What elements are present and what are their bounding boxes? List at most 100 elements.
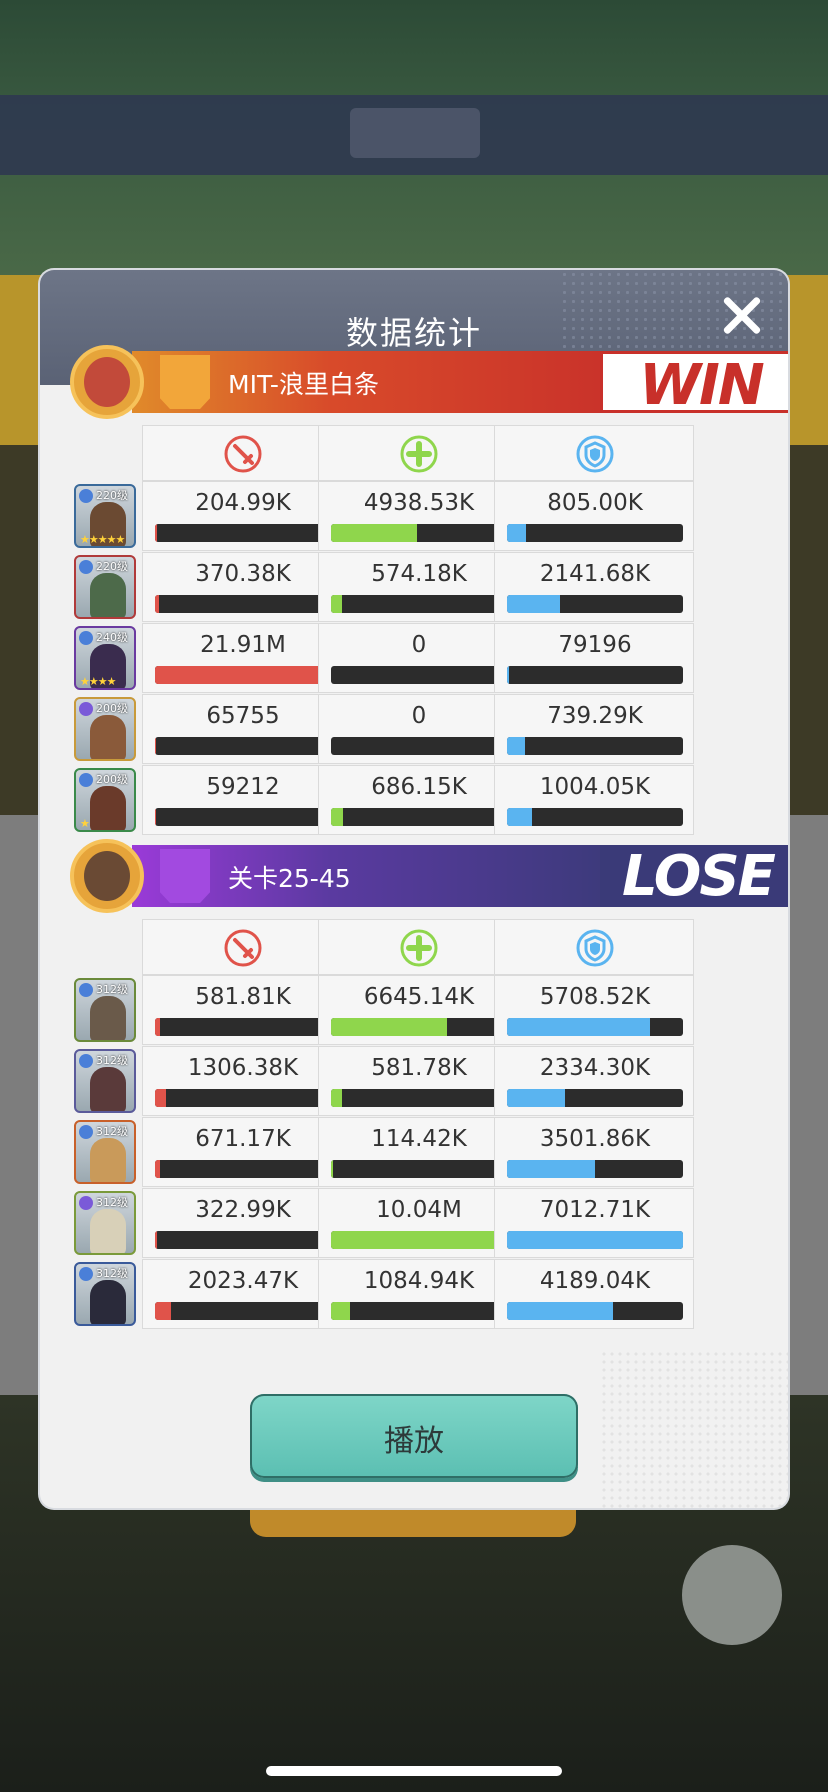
damage-cell: 59212 <box>142 765 342 835</box>
tank-bar <box>507 1089 683 1107</box>
team-emblem-icon <box>160 355 210 409</box>
hero-row: 220级 370.38K 574.18K 2141.68K <box>70 552 770 622</box>
hero-portrait[interactable]: 312级 <box>74 978 136 1042</box>
tank-bar-fill <box>507 595 560 613</box>
hero-level: 312级 <box>96 1267 128 1280</box>
avatar-portrait <box>84 357 130 407</box>
damage-cell: 322.99K <box>142 1188 342 1258</box>
star-rating: ★★★★★ <box>80 533 125 546</box>
hero-portrait[interactable]: 240级 ★★★★ <box>74 626 136 690</box>
damage-sword-icon <box>224 435 262 473</box>
damage-bar-fill <box>155 737 156 755</box>
home-indicator[interactable] <box>266 1766 562 1776</box>
tank-value: 7012.71K <box>539 1197 651 1223</box>
team-banner: 关卡25-45 LOSE <box>70 839 788 915</box>
team-name: MIT-浪里白条 <box>228 370 379 399</box>
hero-figure <box>90 1067 126 1111</box>
heal-value: 10.04M <box>376 1197 462 1223</box>
heal-value: 4938.53K <box>363 490 475 516</box>
heal-cell: 0 <box>318 623 518 693</box>
heal-value: 581.78K <box>371 1055 467 1081</box>
tank-value: 1004.05K <box>539 774 651 800</box>
avatar-portrait <box>84 851 130 901</box>
hero-portrait[interactable]: 312级 <box>74 1262 136 1326</box>
hero-figure <box>90 1138 126 1182</box>
damage-value: 59212 <box>206 774 280 800</box>
damage-bar <box>155 595 331 613</box>
hero-level: 312级 <box>96 1196 128 1209</box>
damage-value: 581.81K <box>195 984 291 1010</box>
hero-portrait[interactable]: 200级 <box>74 697 136 761</box>
hero-row: 312级 1306.38K 581.78K 2334.30K <box>70 1046 770 1116</box>
heal-cell: 686.15K <box>318 765 518 835</box>
tank-cell: 79196 <box>494 623 694 693</box>
tank-bar-fill <box>507 524 527 542</box>
tank-bar <box>507 808 683 826</box>
rank-gem-icon <box>79 1196 93 1210</box>
rank-gem-icon <box>79 1054 93 1068</box>
tank-bar-fill <box>507 808 532 826</box>
star-rating: ★ <box>80 817 90 830</box>
hero-portrait[interactable]: 200级 ★ <box>74 768 136 832</box>
background-round-icon <box>682 1545 782 1645</box>
tank-cell: 4189.04K <box>494 1259 694 1329</box>
result-text: LOSE <box>622 844 776 909</box>
heal-bar-fill <box>331 595 342 613</box>
star-rating: ★★★★ <box>80 675 116 688</box>
heal-bar-fill <box>331 1302 351 1320</box>
heal-cell: 1084.94K <box>318 1259 518 1329</box>
hero-portrait[interactable]: 312级 <box>74 1120 136 1184</box>
heal-bar-fill <box>331 524 418 542</box>
team-name: 关卡25-45 <box>228 864 351 893</box>
hero-figure <box>90 996 126 1040</box>
rank-gem-icon <box>79 631 93 645</box>
heal-bar-fill <box>331 1018 448 1036</box>
damage-bar <box>155 1160 331 1178</box>
hero-row: 240级 ★★★★ 21.91M 0 79196 <box>70 623 770 693</box>
heal-bar-fill <box>331 808 344 826</box>
hero-level: 220级 <box>96 489 128 502</box>
rank-gem-icon <box>79 1125 93 1139</box>
tank-value: 2334.30K <box>539 1055 651 1081</box>
rank-gem-icon <box>79 773 93 787</box>
result-text: WIN <box>639 353 764 418</box>
damage-bar <box>155 524 331 542</box>
damage-bar-fill <box>155 595 159 613</box>
tank-value: 2141.68K <box>539 561 651 587</box>
team-avatar <box>70 839 144 913</box>
hero-figure <box>90 715 126 759</box>
heal-value: 1084.94K <box>363 1268 475 1294</box>
play-button[interactable]: 播放 <box>250 1394 578 1478</box>
damage-bar <box>155 737 331 755</box>
damage-bar <box>155 1231 331 1249</box>
hero-portrait[interactable]: 220级 <box>74 555 136 619</box>
damage-bar <box>155 1089 331 1107</box>
hero-portrait[interactable]: 220级 ★★★★★ <box>74 484 136 548</box>
damage-bar <box>155 1018 331 1036</box>
close-icon[interactable] <box>716 290 768 342</box>
hero-figure <box>90 1209 126 1253</box>
tank-bar-fill <box>507 1089 566 1107</box>
heal-plus-icon <box>400 929 438 967</box>
hero-row: 312级 581.81K 6645.14K 5708.52K <box>70 975 770 1045</box>
tank-cell: 1004.05K <box>494 765 694 835</box>
heal-cell: 4938.53K <box>318 481 518 551</box>
hero-level: 200级 <box>96 702 128 715</box>
shield-icon <box>576 435 614 473</box>
heal-bar <box>331 524 507 542</box>
hero-portrait[interactable]: 312级 <box>74 1049 136 1113</box>
stat-header-cell <box>494 919 694 975</box>
tank-bar <box>507 1018 683 1036</box>
hero-row: 200级 ★ 59212 686.15K 1004.05K <box>70 765 770 835</box>
damage-cell: 370.38K <box>142 552 342 622</box>
damage-bar <box>155 666 331 684</box>
hero-portrait[interactable]: 312级 <box>74 1191 136 1255</box>
damage-value: 2023.47K <box>187 1268 299 1294</box>
damage-value: 1306.38K <box>187 1055 299 1081</box>
damage-bar <box>155 808 331 826</box>
damage-bar-fill <box>155 808 156 826</box>
hero-level: 200级 <box>96 773 128 786</box>
tank-value: 79196 <box>558 632 632 658</box>
tank-value: 4189.04K <box>539 1268 651 1294</box>
damage-value: 65755 <box>206 703 280 729</box>
